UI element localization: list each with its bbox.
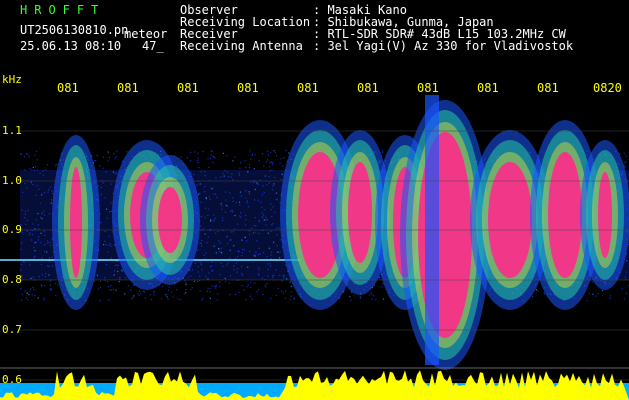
y-tick-0-6: 0.6 [2,373,22,386]
y-unit-label: kHz [2,73,22,86]
time-tick: 081 [297,81,319,95]
time-tick: 081 [57,81,79,95]
y-tick-0-9: 0.9 [2,223,22,236]
time-tick: 081 [477,81,499,95]
signal-strength-bar [0,370,629,400]
field-label-antenna: Receiving Antenna [180,39,303,53]
date-time: 25.06.13 08:10 [20,39,122,53]
time-tick: 081 [177,81,199,95]
y-tick-0-8: 0.8 [2,273,22,286]
field-value-antenna: : 3el Yagi(V) Az 330 for Vladivostok [313,39,574,53]
time-tick: 081 [417,81,439,95]
filename: UT2506130810.pn [20,23,129,37]
y-tick-1-1: 1.1 [2,124,22,137]
y-tick-1-0: 1.0 [2,174,22,187]
time-tick: 0820 [593,81,622,95]
time-tick: 081 [117,81,139,95]
echo-count: 47_ [142,39,164,53]
app-title: HROFFT [20,3,106,17]
echo-layer [52,95,629,370]
y-tick-0-7: 0.7 [2,323,22,336]
spectrogram-canvas [0,95,629,400]
time-tick: 081 [357,81,379,95]
time-tick: 081 [237,81,259,95]
time-tick: 081 [537,81,559,95]
